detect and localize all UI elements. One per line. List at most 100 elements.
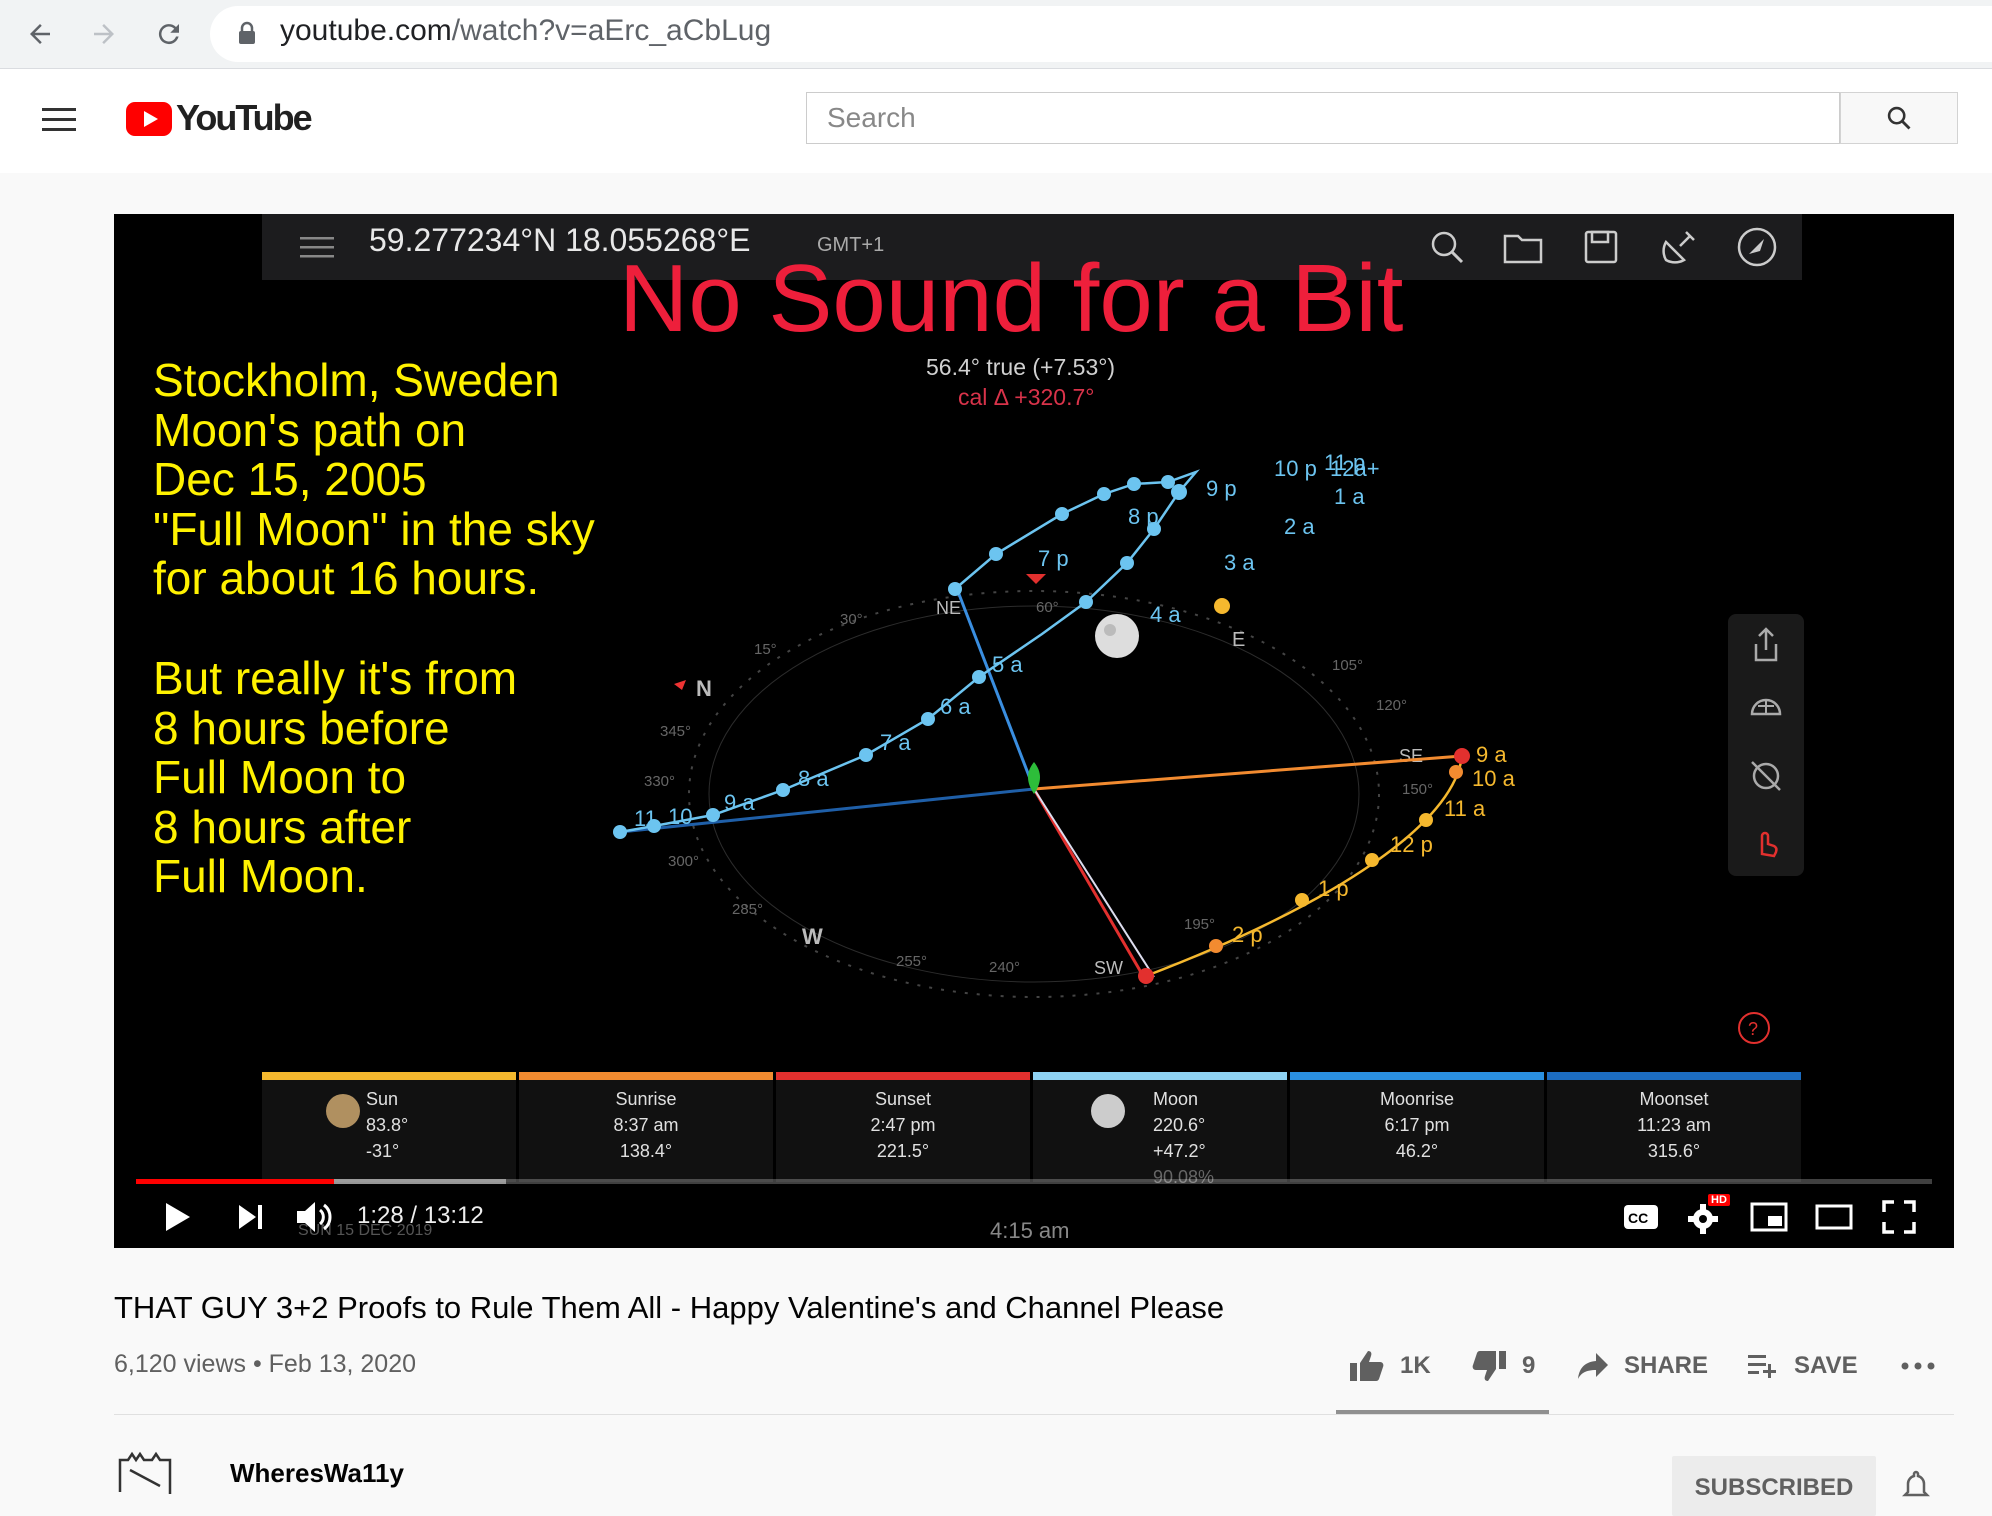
info-value: 90.08% xyxy=(1153,1167,1215,1187)
forward-icon[interactable] xyxy=(80,10,128,58)
info-label: Moon xyxy=(1153,1089,1199,1109)
menu-icon[interactable] xyxy=(42,104,80,136)
like-button[interactable]: 1K xyxy=(1348,1344,1431,1388)
info-sunrise: Sunrise 8:37 am 138.4° xyxy=(519,1072,773,1182)
moon-point xyxy=(948,582,962,596)
youtube-logo-text[interactable]: YouTube xyxy=(176,97,313,139)
video-title: THAT GUY 3+2 Proofs to Rule Them All - H… xyxy=(114,1290,1225,1325)
svg-text:CC: CC xyxy=(1628,1210,1648,1226)
theater-button[interactable] xyxy=(1809,1192,1859,1242)
dome-icon xyxy=(1744,684,1788,728)
miniplayer-button[interactable] xyxy=(1744,1192,1794,1242)
search-input[interactable] xyxy=(806,92,1840,144)
more-actions-button[interactable] xyxy=(1900,1344,1936,1388)
sun-point xyxy=(1449,765,1463,779)
app-info-bar: Sun 83.8° -31° Sunrise 8:37 am 138.4° Su… xyxy=(262,1072,1802,1187)
info-label: Moonrise xyxy=(1379,1089,1455,1109)
degree-300: 300° xyxy=(668,853,699,870)
info-moonrise: Moonrise 6:17 pm 46.2° xyxy=(1290,1072,1544,1182)
moon-point xyxy=(1120,556,1134,570)
channel-name[interactable]: WheresWa11y xyxy=(230,1458,404,1489)
next-icon xyxy=(239,1205,262,1229)
fullscreen-button[interactable] xyxy=(1874,1192,1924,1242)
info-value: 46.2° xyxy=(1395,1141,1439,1161)
degree-15: 15° xyxy=(754,641,777,658)
play-button[interactable] xyxy=(152,1192,202,1242)
info-value: -31° xyxy=(366,1141,400,1161)
save-button[interactable]: SAVE xyxy=(1746,1344,1858,1388)
sun-thumb-icon xyxy=(326,1094,360,1128)
share-out-icon xyxy=(1744,624,1788,668)
ray-sunrise xyxy=(1033,754,1463,791)
subscribe-button[interactable]: SUBSCRIBED xyxy=(1672,1456,1876,1516)
moon-label: 10 p xyxy=(1274,456,1317,481)
moon-label: 5 a xyxy=(992,652,1023,677)
info-value: 11:23 am xyxy=(1637,1115,1711,1135)
degree-195: 195° xyxy=(1184,916,1215,933)
compass-e: E xyxy=(1232,629,1245,651)
next-button[interactable] xyxy=(226,1192,276,1242)
moon-label: 2 a xyxy=(1284,514,1315,539)
compass-w: W xyxy=(802,924,823,949)
thumbs-up-icon xyxy=(1350,1351,1384,1381)
hand-icon xyxy=(1744,820,1788,864)
sun-point xyxy=(1365,853,1379,867)
moon-label: 10 xyxy=(668,804,692,829)
help-icon: ? xyxy=(1738,1012,1770,1044)
divider xyxy=(114,1414,1954,1415)
dislike-button[interactable]: 9 xyxy=(1470,1344,1535,1388)
compass-n: N xyxy=(696,676,712,701)
compass-se: SE xyxy=(1399,746,1423,766)
degree-150: 150° xyxy=(1402,781,1433,798)
sun-label: 12 p xyxy=(1390,832,1433,857)
compass-sw: SW xyxy=(1094,958,1123,978)
share-label: SHARE xyxy=(1624,1352,1709,1379)
degree-255: 255° xyxy=(896,953,927,970)
info-moonset: Moonset 11:23 am 315.6° xyxy=(1547,1072,1801,1182)
save-label: SAVE xyxy=(1794,1352,1858,1379)
settings-button[interactable]: HD xyxy=(1680,1192,1730,1242)
degree-285: 285° xyxy=(732,901,763,918)
svg-text:?: ? xyxy=(1748,1019,1758,1039)
info-value: 220.6° xyxy=(1153,1115,1206,1135)
bell-icon[interactable] xyxy=(1901,1470,1931,1505)
search-button[interactable] xyxy=(1840,92,1958,144)
channel-avatar[interactable] xyxy=(116,1448,196,1498)
sun-point xyxy=(1295,893,1309,907)
sun-disc xyxy=(1214,598,1230,614)
degree-120: 120° xyxy=(1376,697,1407,714)
info-value: 8:37 am xyxy=(613,1115,679,1135)
moon-label: 11 xyxy=(634,806,657,831)
back-icon[interactable] xyxy=(16,10,64,58)
sun-label: 2 p xyxy=(1232,922,1263,947)
reload-icon[interactable] xyxy=(145,10,193,58)
info-label: Sun xyxy=(366,1089,399,1109)
share-button[interactable]: SHARE xyxy=(1576,1344,1708,1388)
moon-point xyxy=(921,712,935,726)
miniplayer-icon xyxy=(1750,1202,1788,1232)
subtitles-button[interactable]: CC xyxy=(1616,1192,1666,1242)
playlist-add-icon xyxy=(1748,1355,1776,1378)
moon-point xyxy=(613,825,627,839)
moon-point xyxy=(1079,595,1093,609)
search-icon xyxy=(1887,106,1911,130)
like-count: 1K xyxy=(1400,1352,1431,1379)
moon-point xyxy=(972,670,986,684)
info-sun: Sun 83.8° -31° xyxy=(262,1072,516,1182)
youtube-logo-icon[interactable] xyxy=(126,102,172,141)
moon-point xyxy=(1161,475,1175,489)
info-value: 6:17 pm xyxy=(1384,1115,1450,1135)
degree-60: 60° xyxy=(1036,599,1059,616)
moon-point xyxy=(1127,477,1141,491)
fullscreen-icon xyxy=(1882,1200,1916,1234)
more-horizontal-icon xyxy=(1901,1362,1935,1370)
moon-point xyxy=(776,783,790,797)
video-player[interactable]: 59.277234°N 18.055268°E GMT+1 No Sound f… xyxy=(114,214,1954,1248)
sun-point xyxy=(1209,939,1223,953)
degree-30: 30° xyxy=(840,611,863,628)
info-value: 2:47 pm xyxy=(870,1115,936,1135)
moon-label: 4 a xyxy=(1150,602,1181,627)
play-icon xyxy=(166,1203,190,1231)
sun-label: 11 a xyxy=(1444,796,1486,821)
volume-button[interactable] xyxy=(290,1192,340,1242)
